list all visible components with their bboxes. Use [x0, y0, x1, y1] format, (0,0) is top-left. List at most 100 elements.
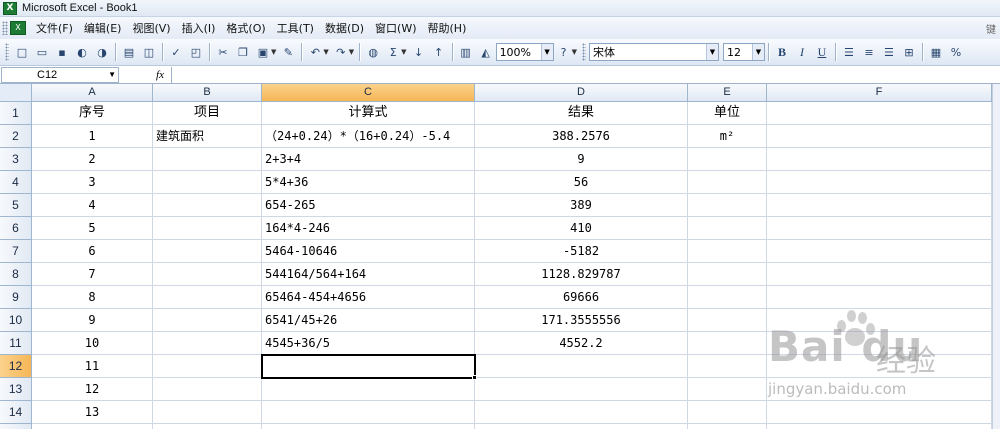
cell-c14[interactable]	[262, 401, 475, 424]
sort-desc-icon[interactable]: ↑	[431, 44, 447, 60]
cell-d1[interactable]: 结果	[475, 102, 688, 125]
chevron-down-icon[interactable]: ▼	[705, 44, 718, 60]
row-header[interactable]: 10	[0, 309, 32, 332]
menu-help[interactable]: 帮助(H)	[424, 20, 474, 36]
cell-a5[interactable]: 4	[32, 194, 153, 217]
align-center-icon[interactable]: ≡	[861, 44, 877, 60]
row-header[interactable]: 11	[0, 332, 32, 355]
cell-d13[interactable]	[475, 378, 688, 401]
vertical-scrollbar[interactable]	[992, 84, 1000, 429]
cell-a12[interactable]: 11	[32, 355, 153, 378]
cell-a14[interactable]: 13	[32, 401, 153, 424]
menu-format[interactable]: 格式(O)	[222, 20, 272, 36]
chevron-down-icon[interactable]: ▼	[751, 44, 764, 60]
cell-e1[interactable]: 单位	[688, 102, 767, 125]
row-header[interactable]: 9	[0, 286, 32, 309]
cell-b1[interactable]: 项目	[153, 102, 262, 125]
cell-d7[interactable]: -5182	[475, 240, 688, 263]
font-name-select[interactable]: 宋体 ▼	[588, 43, 719, 61]
menu-data[interactable]: 数据(D)	[321, 20, 371, 36]
column-header-d[interactable]: D	[475, 84, 688, 102]
cell-b7[interactable]	[153, 240, 262, 263]
cell-e5[interactable]	[688, 194, 767, 217]
cell-d6[interactable]: 410	[475, 217, 688, 240]
sort-asc-icon[interactable]: ↓	[411, 44, 427, 60]
cell-d11[interactable]: 4552.2	[475, 332, 688, 355]
cell-e6[interactable]	[688, 217, 767, 240]
autosum-icon[interactable]: Σ	[385, 44, 401, 60]
align-right-icon[interactable]: ☰	[881, 44, 897, 60]
cell-c8[interactable]: 544164/564+164	[262, 263, 475, 286]
row-header[interactable]: 13	[0, 378, 32, 401]
cell-e2[interactable]: m²	[688, 125, 767, 148]
research-icon[interactable]: ◰	[188, 44, 204, 60]
cell-e7[interactable]	[688, 240, 767, 263]
open-icon[interactable]: ▭	[34, 44, 50, 60]
print-icon[interactable]: ▤	[121, 44, 137, 60]
row-header[interactable]: 8	[0, 263, 32, 286]
undo-icon[interactable]: ↶	[307, 44, 323, 60]
cell-d5[interactable]: 389	[475, 194, 688, 217]
column-header-c[interactable]: C	[262, 84, 475, 102]
print-preview-icon[interactable]: ◑	[94, 44, 110, 60]
cell-c5[interactable]: 654-265	[262, 194, 475, 217]
cell-c13[interactable]	[262, 378, 475, 401]
cell-f1[interactable]	[767, 102, 992, 125]
cell-c10[interactable]: 6541/45+26	[262, 309, 475, 332]
cell-b3[interactable]	[153, 148, 262, 171]
row-header[interactable]: 5	[0, 194, 32, 217]
menu-window[interactable]: 窗口(W)	[371, 20, 423, 36]
cell-c9[interactable]: 65464-454+4656	[262, 286, 475, 309]
cell-a13[interactable]: 12	[32, 378, 153, 401]
menu-insert[interactable]: 插入(I)	[178, 20, 223, 36]
zoom-select[interactable]: 100% ▼	[495, 43, 554, 61]
cell-f2[interactable]	[767, 125, 992, 148]
cell-a3[interactable]: 2	[32, 148, 153, 171]
row-header[interactable]: 12	[0, 355, 32, 378]
cell-e9[interactable]	[688, 286, 767, 309]
cell-e3[interactable]	[688, 148, 767, 171]
cell-f9[interactable]	[767, 286, 992, 309]
select-all-corner[interactable]	[0, 84, 32, 102]
percent-button[interactable]: %	[948, 44, 964, 60]
cell-d14[interactable]	[475, 401, 688, 424]
cell-c11[interactable]: 4545+36/5	[262, 332, 475, 355]
paste-icon[interactable]: ▣	[255, 44, 271, 60]
row-header[interactable]: 14	[0, 401, 32, 424]
copy-icon[interactable]: ❐	[235, 44, 251, 60]
cell-b12[interactable]	[153, 355, 262, 378]
formula-input[interactable]	[171, 66, 1000, 83]
cell-c7[interactable]: 5464-10646	[262, 240, 475, 263]
drawing-icon[interactable]: ◭	[478, 44, 494, 60]
cell-d12[interactable]	[475, 355, 688, 378]
cell-d10[interactable]: 171.3555556	[475, 309, 688, 332]
underline-button[interactable]: U	[814, 44, 830, 60]
cell-b5[interactable]	[153, 194, 262, 217]
toolbar-grip-icon[interactable]	[581, 43, 586, 61]
cell-a7[interactable]: 6	[32, 240, 153, 263]
column-header-e[interactable]: E	[688, 84, 767, 102]
cell-f7[interactable]	[767, 240, 992, 263]
cell-f4[interactable]	[767, 171, 992, 194]
cell-e4[interactable]	[688, 171, 767, 194]
menu-edit[interactable]: 编辑(E)	[80, 20, 129, 36]
font-size-select[interactable]: 12 ▼	[722, 43, 765, 61]
cell-a8[interactable]: 7	[32, 263, 153, 286]
bold-button[interactable]: B	[774, 44, 790, 60]
cell-f5[interactable]	[767, 194, 992, 217]
cell-b9[interactable]	[153, 286, 262, 309]
help-icon[interactable]: ?	[556, 44, 572, 60]
paste-dropdown-icon[interactable]: ▼	[271, 48, 276, 56]
toolbar-options-icon[interactable]: ▼	[572, 48, 577, 56]
cell-a4[interactable]: 3	[32, 171, 153, 194]
column-header-b[interactable]: B	[153, 84, 262, 102]
menu-view[interactable]: 视图(V)	[128, 20, 177, 36]
permission-icon[interactable]: ◐	[74, 44, 90, 60]
help-search-hint[interactable]: 键	[986, 21, 996, 36]
spelling-icon[interactable]: ✓	[168, 44, 184, 60]
cell-a1[interactable]: 序号	[32, 102, 153, 125]
cell-b4[interactable]	[153, 171, 262, 194]
cell-b6[interactable]	[153, 217, 262, 240]
cell-f8[interactable]	[767, 263, 992, 286]
cell-a10[interactable]: 9	[32, 309, 153, 332]
